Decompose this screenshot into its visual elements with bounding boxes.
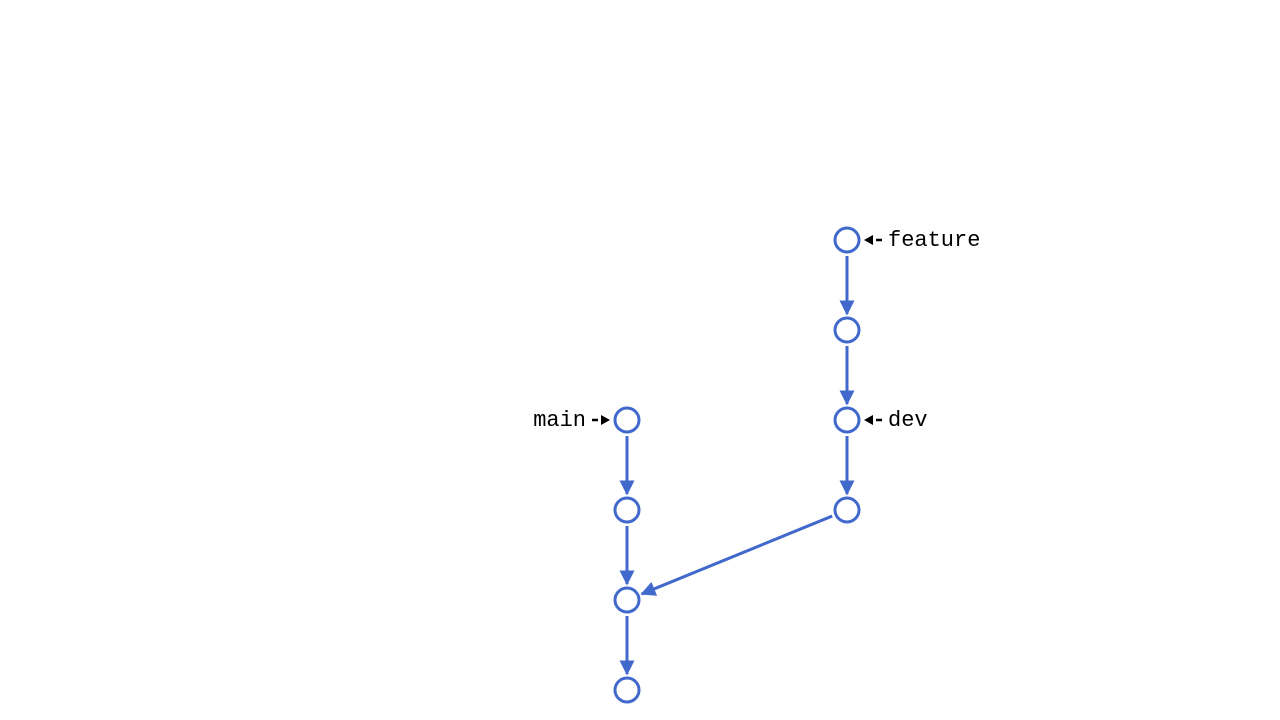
edges-layer [627,256,847,674]
commit-edge [642,516,832,594]
labels-layer: main dev feature [533,228,980,433]
arrow-icon [864,235,873,245]
arrow-icon [864,415,873,425]
arrow-icon [601,415,610,425]
commit-node [835,228,859,252]
branch-label: dev [888,408,928,433]
commit-node [835,318,859,342]
branch-label: main [533,408,586,433]
commit-node [615,678,639,702]
commit-node [835,498,859,522]
commit-node [615,408,639,432]
nodes-layer [615,228,859,702]
commit-node [615,498,639,522]
git-graph-diagram: main dev feature [0,0,1280,720]
commit-node [615,588,639,612]
branch-label: feature [888,228,980,253]
commit-node [835,408,859,432]
